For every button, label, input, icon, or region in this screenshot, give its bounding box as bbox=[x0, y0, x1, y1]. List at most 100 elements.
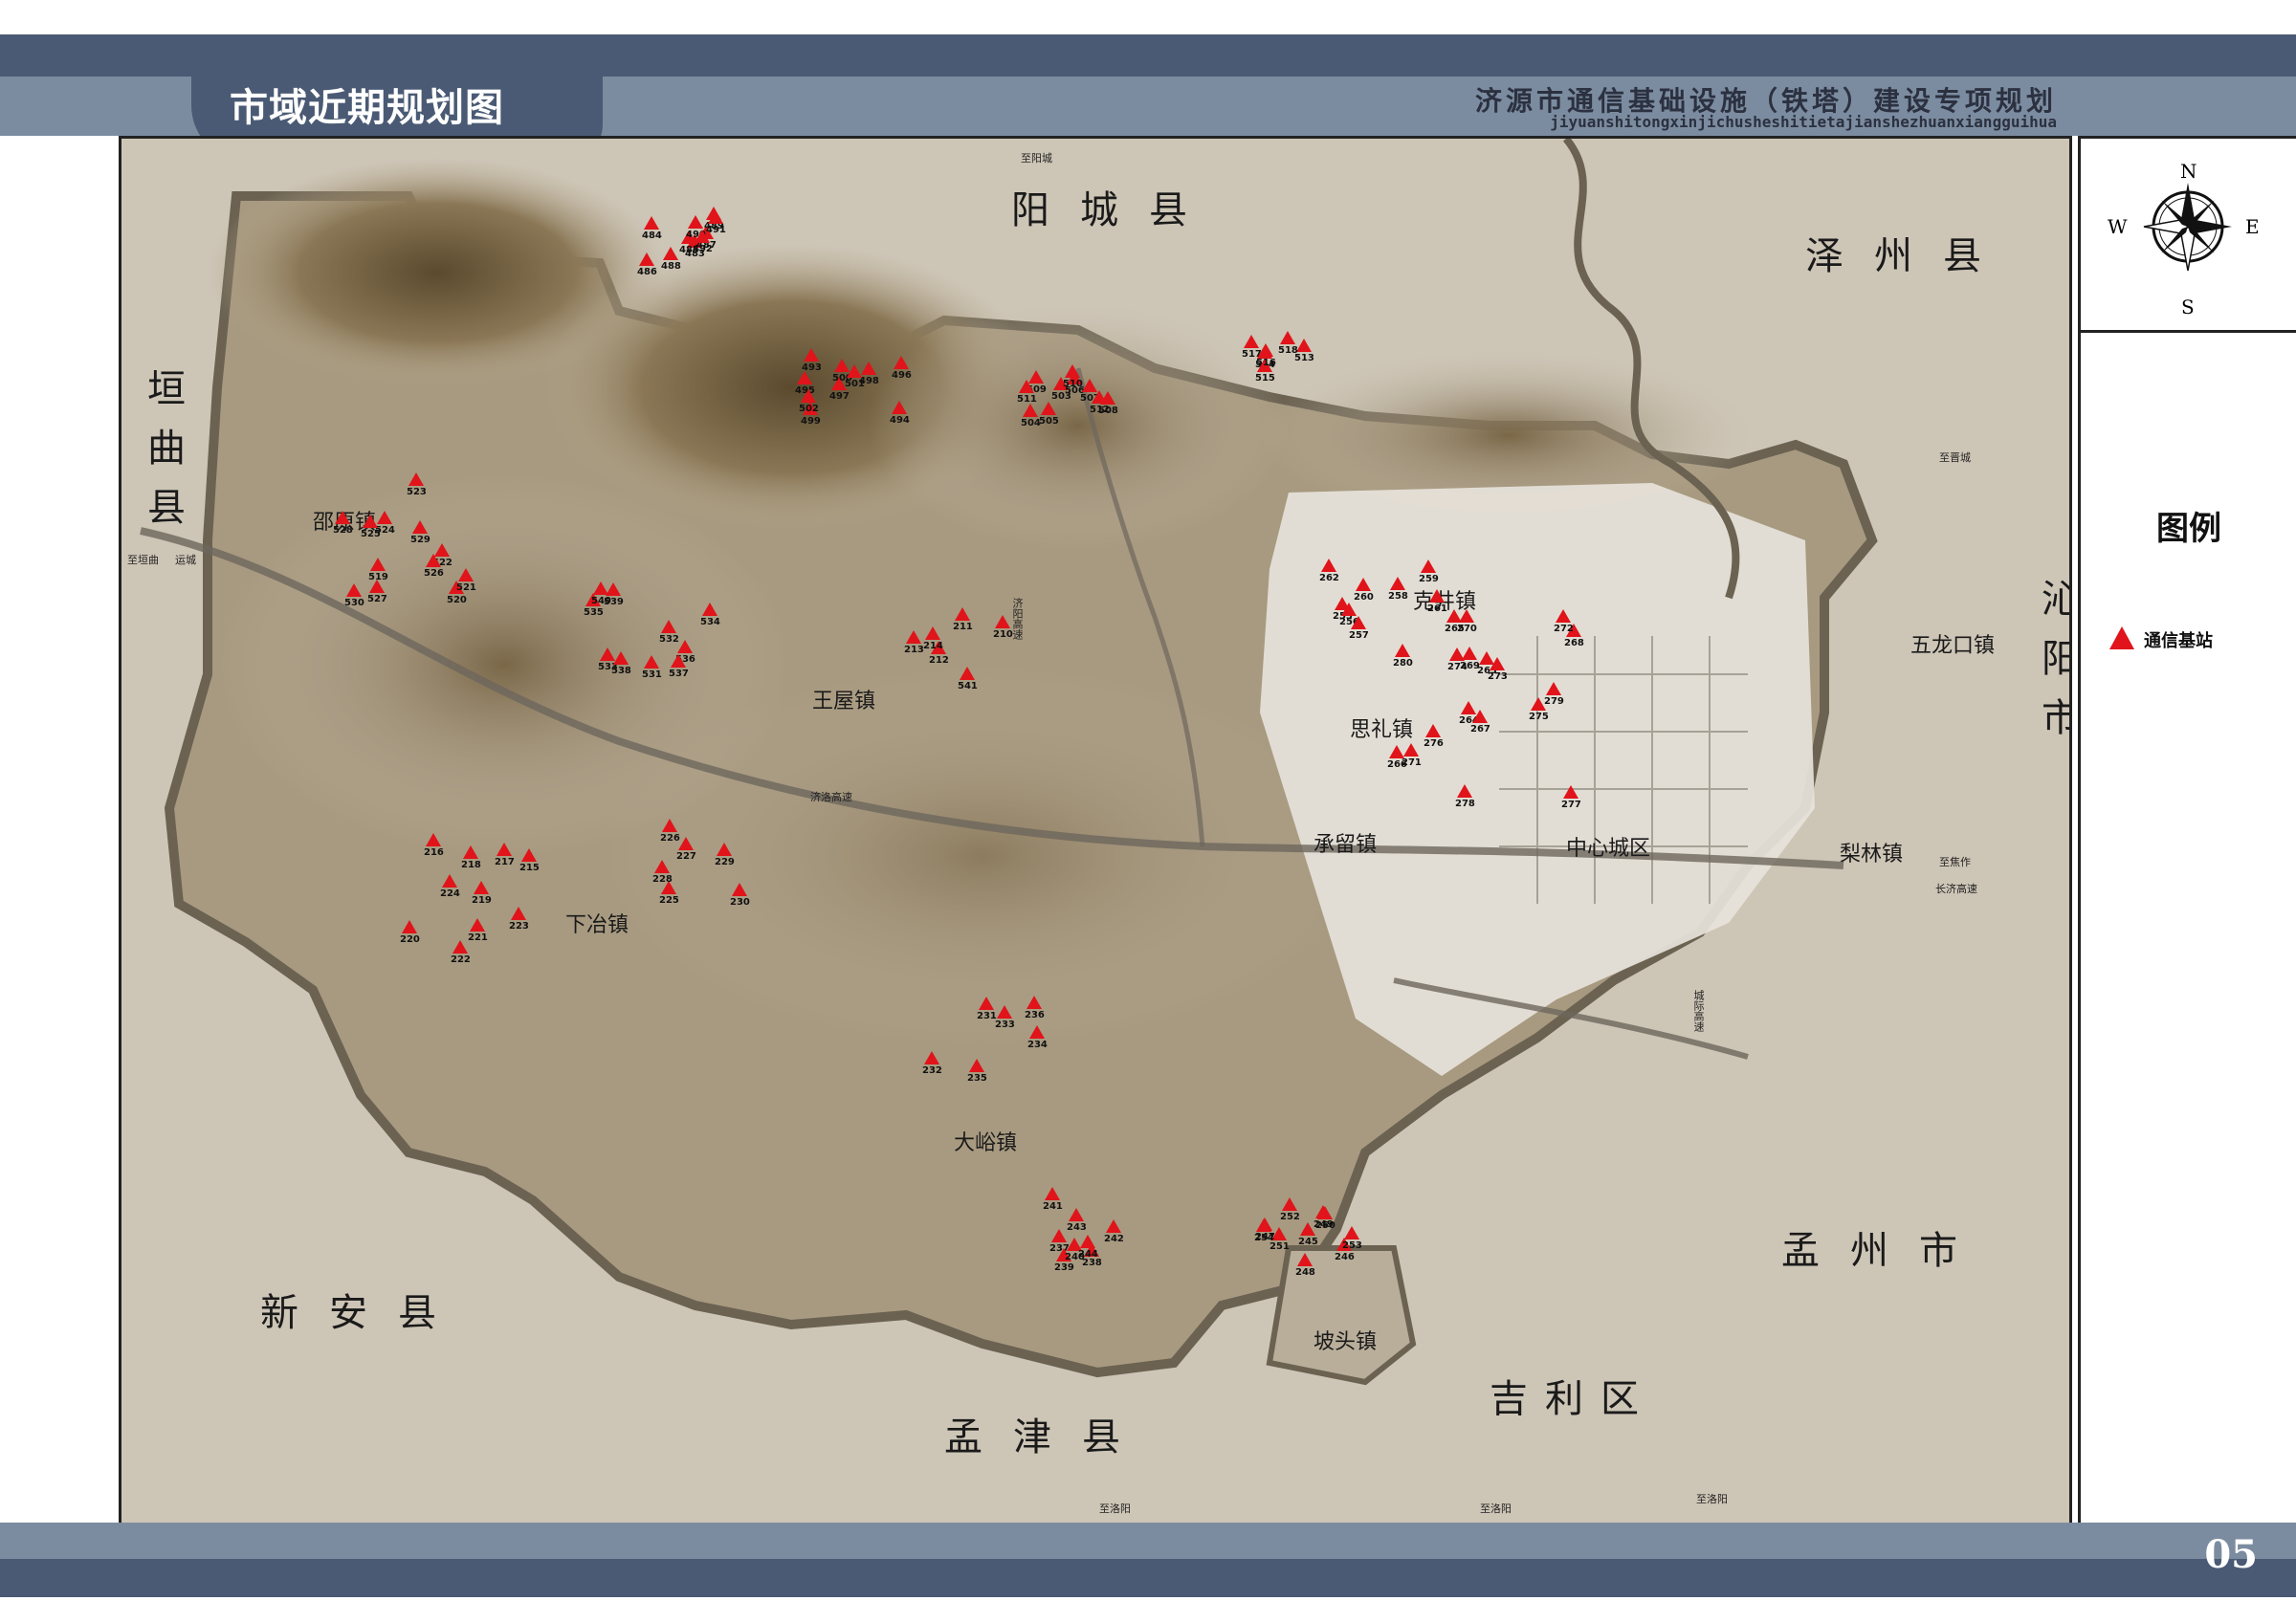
station-marker[interactable] bbox=[1341, 603, 1357, 616]
station-marker[interactable] bbox=[997, 1005, 1012, 1019]
station-marker[interactable] bbox=[453, 940, 468, 954]
station-marker[interactable] bbox=[1092, 390, 1107, 404]
station-marker[interactable] bbox=[955, 607, 970, 621]
station-marker[interactable] bbox=[695, 230, 710, 243]
station-marker[interactable] bbox=[363, 515, 378, 528]
station-marker[interactable] bbox=[1282, 1197, 1297, 1211]
station-id-label: 521 bbox=[456, 582, 476, 593]
station-marker[interactable] bbox=[708, 210, 723, 224]
station-marker[interactable] bbox=[892, 401, 907, 414]
station-marker[interactable] bbox=[1321, 559, 1336, 572]
station-marker[interactable] bbox=[497, 843, 512, 856]
station-marker[interactable] bbox=[426, 554, 441, 567]
station-marker[interactable] bbox=[1556, 609, 1571, 623]
station-marker[interactable] bbox=[1297, 1253, 1313, 1266]
station-marker[interactable] bbox=[402, 920, 417, 933]
station-marker[interactable] bbox=[797, 371, 812, 384]
station-marker[interactable] bbox=[1421, 559, 1436, 573]
station-marker[interactable] bbox=[979, 997, 994, 1010]
station-marker[interactable] bbox=[717, 843, 732, 856]
station-marker[interactable] bbox=[1045, 1187, 1060, 1200]
station-marker[interactable] bbox=[370, 558, 386, 571]
station-marker[interactable] bbox=[1389, 745, 1404, 758]
station-marker[interactable] bbox=[861, 362, 876, 375]
station-marker[interactable] bbox=[906, 630, 921, 644]
station-marker[interactable] bbox=[1459, 609, 1474, 623]
station-marker[interactable] bbox=[335, 511, 350, 524]
station-marker[interactable] bbox=[995, 615, 1010, 628]
station-marker[interactable] bbox=[732, 883, 747, 896]
label-qinyang: 沁阳市 bbox=[2035, 579, 2072, 757]
station-marker[interactable] bbox=[1449, 647, 1465, 661]
station-marker[interactable] bbox=[1065, 364, 1080, 378]
station-marker[interactable] bbox=[1317, 1206, 1333, 1219]
station-marker[interactable] bbox=[894, 356, 909, 369]
station-marker[interactable] bbox=[1256, 1218, 1271, 1232]
station-marker[interactable] bbox=[960, 667, 975, 680]
station-marker[interactable] bbox=[644, 655, 659, 669]
station-marker[interactable] bbox=[1425, 724, 1441, 737]
station-marker[interactable] bbox=[377, 511, 392, 524]
station-marker[interactable] bbox=[463, 845, 478, 859]
station-marker[interactable] bbox=[639, 252, 654, 266]
station-marker[interactable] bbox=[1490, 657, 1505, 670]
station-marker[interactable] bbox=[924, 1051, 939, 1064]
station-marker[interactable] bbox=[1023, 404, 1038, 417]
station-marker[interactable] bbox=[408, 472, 424, 486]
station-id-label: 230 bbox=[730, 897, 750, 908]
station-marker[interactable] bbox=[801, 389, 816, 403]
station-marker[interactable] bbox=[661, 620, 676, 633]
station-marker[interactable] bbox=[1472, 710, 1488, 723]
station-marker[interactable] bbox=[1069, 1208, 1084, 1221]
station-marker[interactable] bbox=[1457, 784, 1472, 798]
station-marker[interactable] bbox=[369, 580, 385, 593]
station-marker[interactable] bbox=[593, 581, 608, 595]
station-marker[interactable] bbox=[1280, 331, 1295, 344]
station-marker[interactable] bbox=[470, 918, 485, 932]
station-marker[interactable] bbox=[663, 247, 678, 260]
station-marker[interactable] bbox=[1027, 996, 1042, 1009]
station-marker[interactable] bbox=[474, 881, 489, 894]
station-marker[interactable] bbox=[688, 215, 703, 229]
station-marker[interactable] bbox=[1244, 335, 1259, 348]
station-marker[interactable] bbox=[677, 640, 693, 653]
station-marker[interactable] bbox=[702, 603, 718, 616]
station-marker[interactable] bbox=[1390, 577, 1405, 590]
station-marker[interactable] bbox=[969, 1059, 984, 1072]
station-marker[interactable] bbox=[925, 626, 940, 640]
station-marker[interactable] bbox=[1344, 1226, 1359, 1239]
station-marker[interactable] bbox=[1029, 1025, 1045, 1039]
station-marker[interactable] bbox=[847, 364, 862, 378]
station-marker[interactable] bbox=[671, 654, 686, 668]
station-marker[interactable] bbox=[1403, 743, 1419, 757]
station-marker[interactable] bbox=[1351, 616, 1366, 629]
station-marker[interactable] bbox=[1429, 589, 1445, 603]
station-marker[interactable] bbox=[1563, 785, 1578, 799]
station-marker[interactable] bbox=[1395, 644, 1410, 657]
station-id-label: 274 bbox=[1447, 662, 1468, 672]
station-marker[interactable] bbox=[521, 848, 537, 862]
station-marker[interactable] bbox=[1019, 380, 1034, 393]
station-marker[interactable] bbox=[1041, 402, 1056, 415]
road-to-yuanqu: 至垣曲 bbox=[127, 554, 159, 566]
station-marker[interactable] bbox=[654, 860, 670, 873]
station-marker[interactable] bbox=[804, 348, 819, 362]
station-marker[interactable] bbox=[1051, 1229, 1067, 1242]
station-marker[interactable] bbox=[662, 819, 677, 832]
station-marker[interactable] bbox=[511, 907, 526, 920]
station-marker[interactable] bbox=[613, 651, 629, 665]
station-marker[interactable] bbox=[1080, 1235, 1095, 1248]
station-marker[interactable] bbox=[346, 583, 362, 597]
station-marker[interactable] bbox=[412, 520, 428, 534]
station-marker[interactable] bbox=[644, 216, 659, 230]
station-marker[interactable] bbox=[1356, 578, 1371, 591]
station-marker[interactable] bbox=[458, 568, 474, 581]
station-marker[interactable] bbox=[1546, 682, 1561, 695]
map-canvas[interactable]: 阳城县 泽州县 垣曲县 沁阳市 新安县 孟津县 孟州市 吉利区 邵原镇 王屋镇 … bbox=[119, 136, 2072, 1526]
station-marker[interactable] bbox=[426, 833, 441, 846]
station-id-label: 244 bbox=[1078, 1249, 1098, 1260]
station-marker[interactable] bbox=[442, 874, 457, 888]
station-marker[interactable] bbox=[1106, 1219, 1121, 1233]
station-marker[interactable] bbox=[1296, 339, 1312, 352]
station-marker[interactable] bbox=[678, 837, 694, 850]
